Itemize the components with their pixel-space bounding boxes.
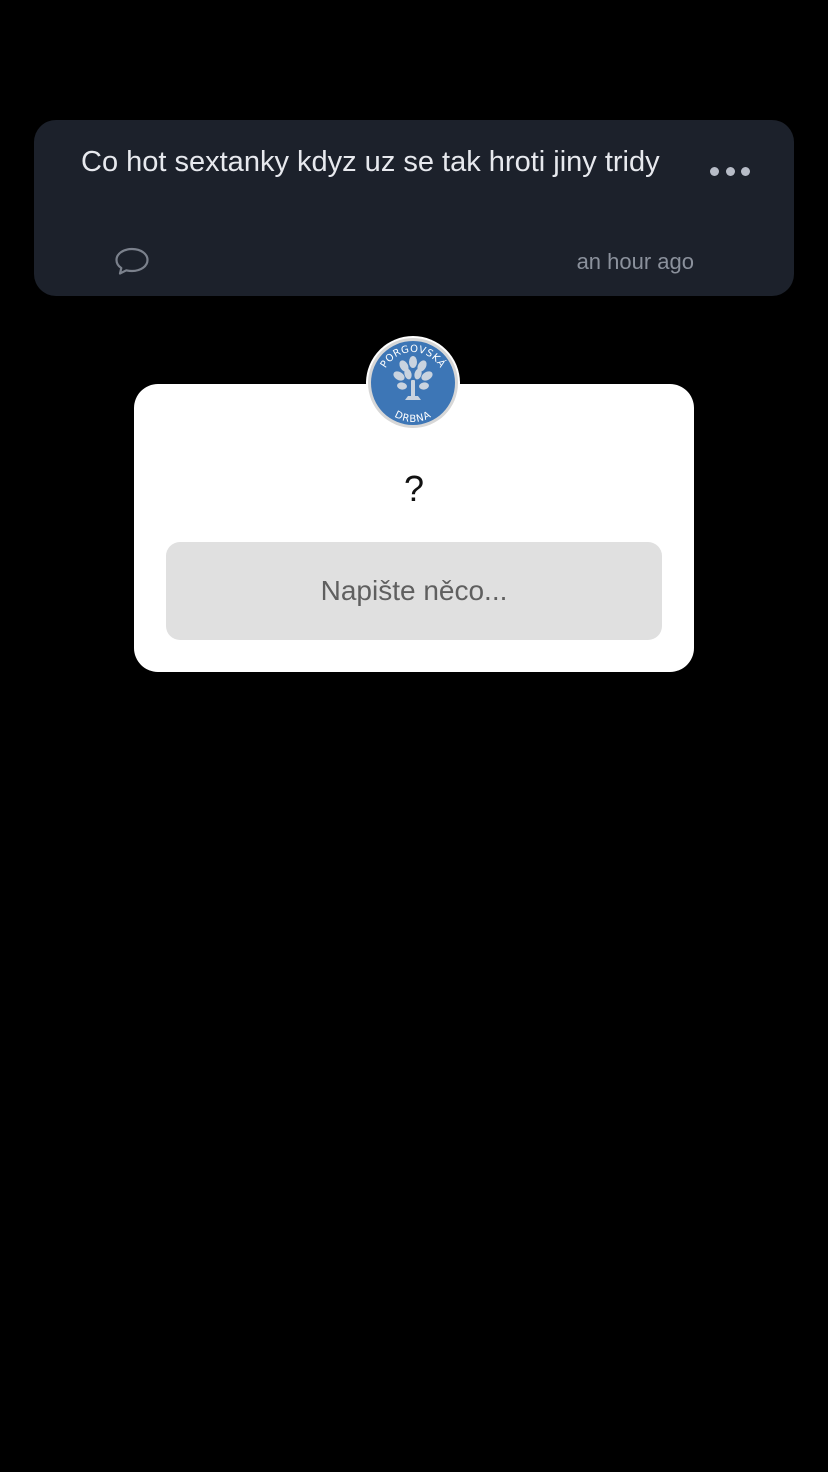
comment-button[interactable] xyxy=(114,246,150,276)
answer-input[interactable] xyxy=(166,542,662,640)
avatar: PORGOVSKÁ DRBNA xyxy=(366,336,460,430)
more-options-button[interactable] xyxy=(710,160,750,182)
more-dot xyxy=(725,166,735,176)
drbna-logo: PORGOVSKÁ DRBNA xyxy=(368,338,458,428)
more-dot xyxy=(710,166,719,176)
post-text: Co hot sextanky kdyz uz se tak hroti jin… xyxy=(81,146,660,178)
question-text: ? xyxy=(403,468,425,509)
post-timestamp: an hour ago xyxy=(576,249,694,274)
comment-bubble-icon xyxy=(115,247,149,275)
more-dot xyxy=(741,166,750,176)
post-card[interactable]: Co hot sextanky kdyz uz se tak hroti jin… xyxy=(34,120,794,296)
